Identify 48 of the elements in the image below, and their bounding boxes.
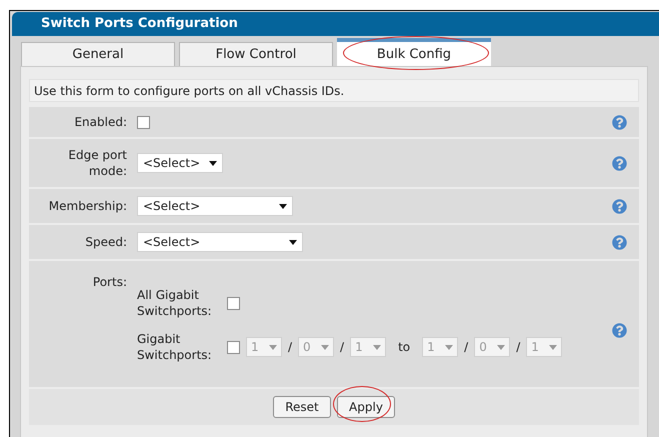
separator-text: / [288, 339, 292, 356]
separator-text: / [340, 339, 344, 356]
select-value: 1 [355, 339, 363, 356]
checkbox[interactable] [227, 340, 240, 354]
tab[interactable]: General [21, 42, 175, 66]
caret-icon [321, 344, 330, 350]
select-value: 1 [531, 339, 539, 356]
help-icon[interactable] [612, 198, 627, 214]
help-icon[interactable] [612, 114, 627, 130]
caret-icon [279, 204, 287, 208]
select-value: 1 [427, 339, 435, 356]
select-field[interactable]: <Select> [137, 196, 293, 216]
checkbox[interactable] [227, 296, 240, 310]
range-label: to [398, 339, 410, 356]
tab[interactable]: Bulk Config [337, 38, 491, 66]
field-label: All Gigabit Switchports: [137, 287, 213, 319]
caret-icon [549, 344, 558, 350]
select-value: <Select> [143, 198, 200, 215]
caret-icon [445, 344, 454, 350]
field-label: Speed: [84, 234, 127, 250]
caret-icon [373, 344, 382, 350]
form-button[interactable]: Reset [273, 396, 331, 418]
field-label: Enabled: [73, 114, 127, 130]
caret-icon [269, 344, 277, 350]
help-icon[interactable] [612, 156, 627, 170]
window-title: Switch Ports Configuration [12, 12, 659, 36]
select-value: 1 [251, 339, 259, 356]
select-value: <Select> [143, 234, 200, 251]
checkbox[interactable] [137, 116, 150, 128]
caret-icon [209, 160, 217, 166]
help-icon[interactable] [612, 323, 627, 338]
select-value: <Select> [143, 155, 200, 172]
select-field[interactable]: <Select> [137, 232, 303, 252]
select-value: 0 [303, 339, 311, 356]
caret-icon [289, 240, 297, 244]
form-button[interactable]: Apply [337, 396, 395, 418]
field-label: Ports: [92, 274, 127, 291]
form-intro: Use this form to configure ports on all vChassis IDs. [29, 79, 639, 102]
select-field[interactable]: <Select> [137, 153, 223, 173]
tab[interactable]: Flow Control [179, 42, 333, 66]
field-label: Gigabit Switchports: [137, 331, 213, 363]
separator-text: / [464, 339, 468, 356]
caret-icon [497, 344, 506, 350]
separator-text: / [516, 339, 520, 356]
help-icon[interactable] [612, 234, 627, 250]
field-label: Membership: [48, 198, 127, 214]
select-value: 0 [479, 339, 487, 356]
field-label: Edge port mode: [67, 147, 127, 179]
